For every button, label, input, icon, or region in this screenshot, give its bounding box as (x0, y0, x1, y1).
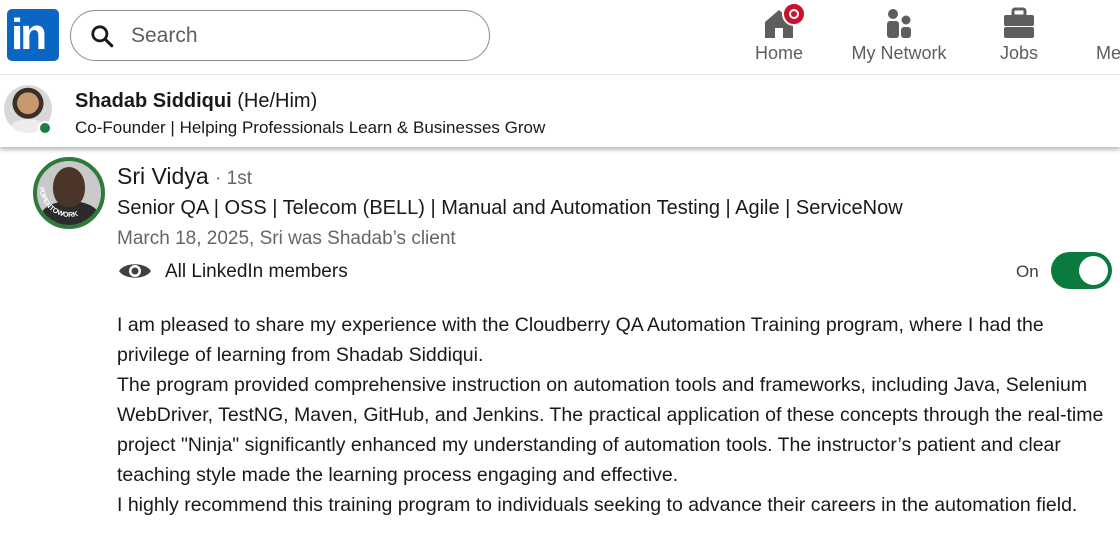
profile-headline: Co-Founder | Helping Professionals Learn… (75, 118, 546, 137)
open-to-work-text: #OPENTOWORK (38, 187, 79, 219)
linkedin-logo[interactable]: in (7, 9, 59, 61)
my-network-icon (887, 9, 911, 38)
recommendation-paragraph: I am pleased to share my experience with… (117, 314, 1044, 366)
recommendation-meta: March 18, 2025, Sri was Shadab’s client (117, 228, 456, 249)
nav-label-me: Me (1096, 43, 1120, 63)
nav-label-home: Home (754, 43, 803, 63)
svg-text:#OPENTOWORK: #OPENTOWORK (38, 187, 79, 219)
notification-badge (782, 2, 806, 26)
online-status-icon (38, 121, 52, 135)
recommender-name-line: Sri Vidya · 1st (117, 163, 252, 190)
open-to-work-frame: #OPENTOWORK (38, 187, 79, 219)
recommendation-text: I am pleased to share my experience with… (117, 310, 1117, 520)
connection-degree: · 1st (215, 168, 252, 189)
nav-label-jobs: Jobs (999, 43, 1039, 63)
nav-item-jobs[interactable]: Jobs (984, 0, 1054, 75)
nav-label-my-network: My Network (851, 43, 947, 63)
visibility-label: All LinkedIn members (165, 261, 348, 282)
nav-item-my-network[interactable]: My Network (840, 0, 958, 75)
visibility-toggle[interactable] (1051, 252, 1112, 289)
search-input[interactable] (131, 21, 471, 51)
logo-text: in (11, 10, 47, 59)
eye-icon (119, 264, 151, 278)
profile-name-line: Shadab Siddiqui (He/Him) (75, 90, 317, 113)
profile-sticky-header: Shadab Siddiqui (He/Him) Co-Founder | He… (0, 76, 1120, 147)
recommender-name[interactable]: Sri Vidya (117, 163, 209, 189)
jobs-icon (1004, 7, 1034, 38)
nav-item-home[interactable]: Home (744, 0, 814, 75)
nav-item-me[interactable]: Me (1088, 0, 1120, 75)
top-navigation-bar: in Home My Network Jobs (0, 0, 1120, 75)
search-icon (91, 25, 114, 48)
recommendation-paragraph: The program provided comprehensive instr… (117, 374, 1104, 486)
toggle-state-label: On (1016, 262, 1039, 281)
toggle-knob (1079, 256, 1108, 285)
profile-pronouns: (He/Him) (237, 90, 318, 112)
search-bar[interactable] (70, 10, 490, 61)
recommendation-paragraph: I highly recommend this training program… (117, 494, 1078, 516)
recommender-headline: Senior QA | OSS | Telecom (BELL) | Manua… (117, 197, 903, 219)
profile-name: Shadab Siddiqui (75, 90, 232, 112)
